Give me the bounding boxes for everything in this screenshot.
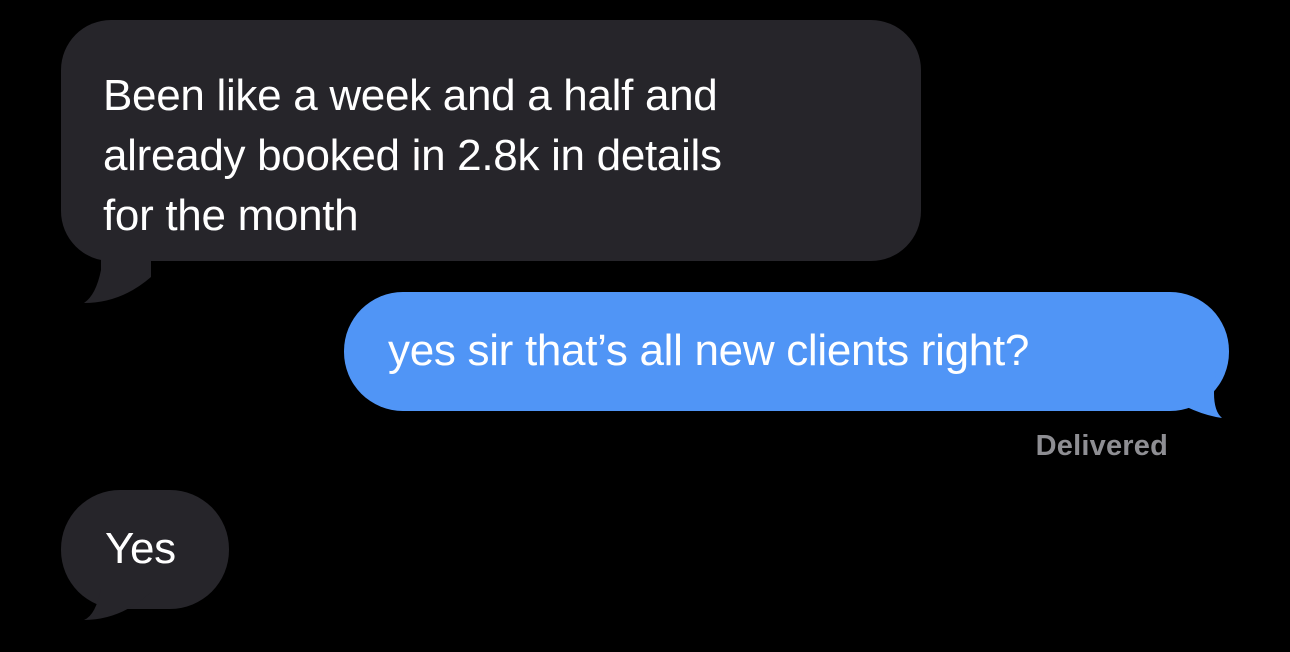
- outgoing-message-bubble[interactable]: yes sir that’s all new clients right?: [344, 292, 1229, 418]
- message-text: Been like a week and a half and already …: [103, 71, 722, 240]
- delivery-status: Delivered: [1035, 430, 1168, 462]
- message-text: Yes: [105, 524, 176, 573]
- message-thread: Been like a week and a half and already …: [0, 0, 1290, 652]
- message-text: yes sir that’s all new clients right?: [388, 326, 1030, 375]
- incoming-message-bubble[interactable]: Been like a week and a half and already …: [61, 20, 921, 303]
- bubble-tail-icon: [1164, 372, 1222, 418]
- incoming-message-bubble[interactable]: Yes: [61, 490, 229, 620]
- bubble-tail-icon: [84, 570, 151, 620]
